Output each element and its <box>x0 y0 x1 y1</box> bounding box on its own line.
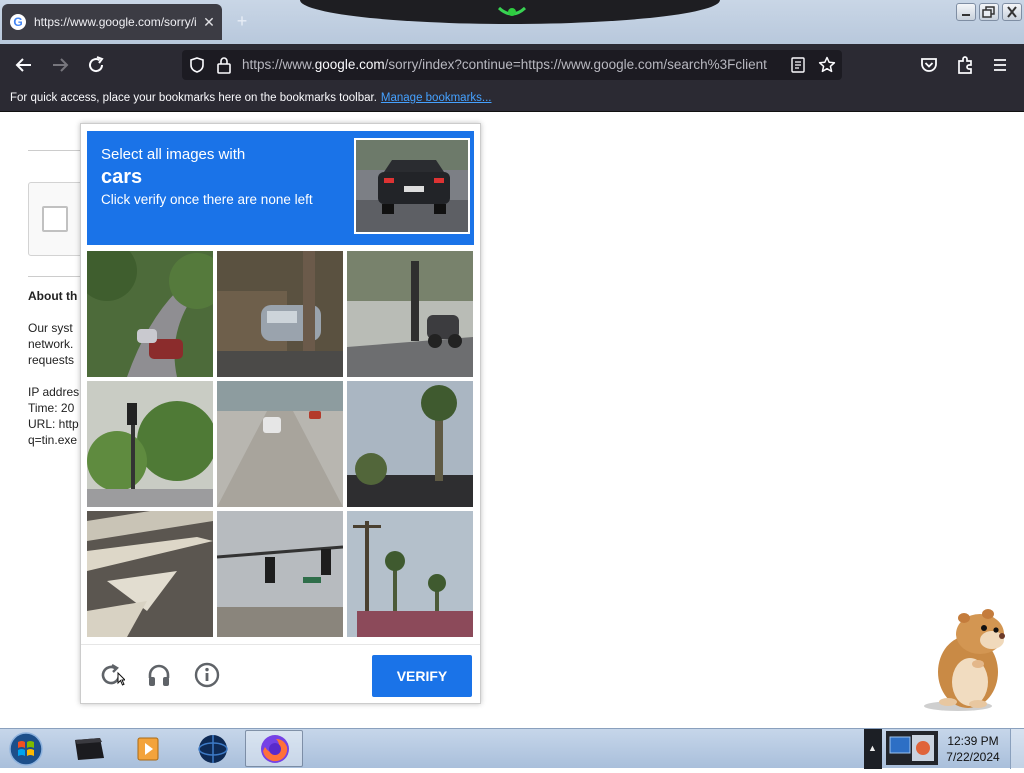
taskbar-app-terminal[interactable] <box>60 730 118 767</box>
bookmarks-toolbar: For quick access, place your bookmarks h… <box>0 86 1024 112</box>
url-prefix: https://www. <box>242 57 315 72</box>
url-text[interactable]: https://www.google.com/sorry/index?conti… <box>242 57 784 75</box>
challenge-tile[interactable] <box>87 381 213 507</box>
terminal-app-icon <box>75 738 104 760</box>
globe-app-icon <box>198 735 228 763</box>
windows-taskbar: ▲ 12:39 PM 7/22/2024 <box>0 728 1024 769</box>
taskbar-app-network[interactable] <box>184 730 242 767</box>
info-icon[interactable] <box>193 661 221 689</box>
challenge-tile[interactable] <box>217 381 343 507</box>
challenge-instruction: Select all images with <box>101 146 246 163</box>
url-line: URL: http <box>28 417 79 431</box>
tab-title: https://www.google.com/sorry/index? <box>34 15 196 29</box>
new-tab-button[interactable]: + <box>234 12 250 30</box>
recaptcha-checkbox-widget[interactable] <box>28 182 88 256</box>
forward-arrow-icon[interactable] <box>48 53 72 77</box>
challenge-footer: VERIFY <box>81 644 480 704</box>
google-favicon-icon: G <box>10 14 26 30</box>
menu-icon[interactable] <box>988 53 1012 77</box>
minimize-icon <box>962 14 970 16</box>
firefox-icon <box>261 735 289 763</box>
navigation-toolbar: https://www.google.com/sorry/index?conti… <box>0 44 1024 86</box>
taskbar-app-media-player[interactable] <box>120 730 178 767</box>
manage-bookmarks-link[interactable]: Manage bookmarks... <box>381 92 492 104</box>
bookmarks-message: For quick access, place your bookmarks h… <box>10 92 492 104</box>
divider <box>28 150 80 151</box>
minimize-button[interactable] <box>956 3 976 21</box>
challenge-tile[interactable] <box>347 381 473 507</box>
challenge-target-word: cars <box>101 166 143 188</box>
challenge-tile[interactable] <box>217 251 343 377</box>
clock-time[interactable]: 12:39 PM <box>940 734 1006 748</box>
reload-icon[interactable] <box>97 661 125 689</box>
show-hidden-icons-button[interactable]: ▲ <box>868 743 878 753</box>
extensions-icon[interactable] <box>953 53 977 77</box>
bookmark-star-icon[interactable] <box>818 56 836 74</box>
challenge-header: Select all images with cars Click verify… <box>87 131 474 245</box>
url-continuation-line: q=tin.exe <box>28 433 78 447</box>
divider <box>28 276 80 277</box>
reload-page-icon[interactable] <box>84 53 108 77</box>
time-line: Time: 20 <box>28 401 75 415</box>
start-button-icon[interactable] <box>6 731 46 767</box>
taskbar-app-firefox[interactable] <box>245 730 303 767</box>
tab-close-button[interactable]: ✕ <box>201 13 217 31</box>
reader-view-icon[interactable] <box>790 57 806 73</box>
tray-app-icon[interactable] <box>886 731 938 765</box>
lock-icon[interactable] <box>216 56 232 74</box>
explanation-line: requests <box>28 353 75 367</box>
url-path: /sorry/index?continue=https://www.google… <box>384 57 767 72</box>
shield-icon[interactable] <box>188 56 206 74</box>
browser-titlebar: G https://www.google.com/sorry/index? ✕ … <box>0 0 1024 44</box>
show-desktop-button[interactable] <box>1010 729 1024 769</box>
close-icon <box>1007 6 1017 18</box>
url-bar[interactable]: https://www.google.com/sorry/index?conti… <box>182 50 842 80</box>
restore-icon <box>982 6 995 18</box>
pocket-icon[interactable] <box>917 53 941 77</box>
ip-address-line: IP addres <box>28 385 80 399</box>
challenge-tile[interactable] <box>87 511 213 637</box>
sample-image <box>354 138 470 234</box>
close-window-button[interactable] <box>1002 3 1022 21</box>
url-host: google.com <box>314 57 385 72</box>
clock-date[interactable]: 7/22/2024 <box>940 750 1006 764</box>
about-heading: About th <box>28 289 78 303</box>
media-player-icon <box>137 737 159 761</box>
restore-button[interactable] <box>979 3 999 21</box>
challenge-tile[interactable] <box>87 251 213 377</box>
titlebar-indicator-icon <box>497 6 527 16</box>
challenge-tile[interactable] <box>347 251 473 377</box>
recaptcha-challenge-dialog: Select all images with cars Click verify… <box>80 123 481 704</box>
challenge-image-grid <box>87 251 474 638</box>
challenge-tile[interactable] <box>217 511 343 637</box>
explanation-line: Our syst <box>28 321 73 335</box>
browser-tab-active[interactable]: G https://www.google.com/sorry/index? ✕ <box>2 4 222 40</box>
back-arrow-icon[interactable] <box>12 53 36 77</box>
hamster-mascot-image <box>924 609 1005 711</box>
verify-button[interactable]: VERIFY <box>372 655 472 697</box>
audio-challenge-icon[interactable] <box>145 661 173 689</box>
challenge-subinstruction: Click verify once there are none left <box>101 192 313 207</box>
remote-desktop-icon <box>889 735 934 761</box>
challenge-tile[interactable] <box>347 511 473 637</box>
recaptcha-checkbox[interactable] <box>42 206 68 232</box>
explanation-line: network. <box>28 337 74 351</box>
bookmarks-message-text: For quick access, place your bookmarks h… <box>10 92 377 104</box>
